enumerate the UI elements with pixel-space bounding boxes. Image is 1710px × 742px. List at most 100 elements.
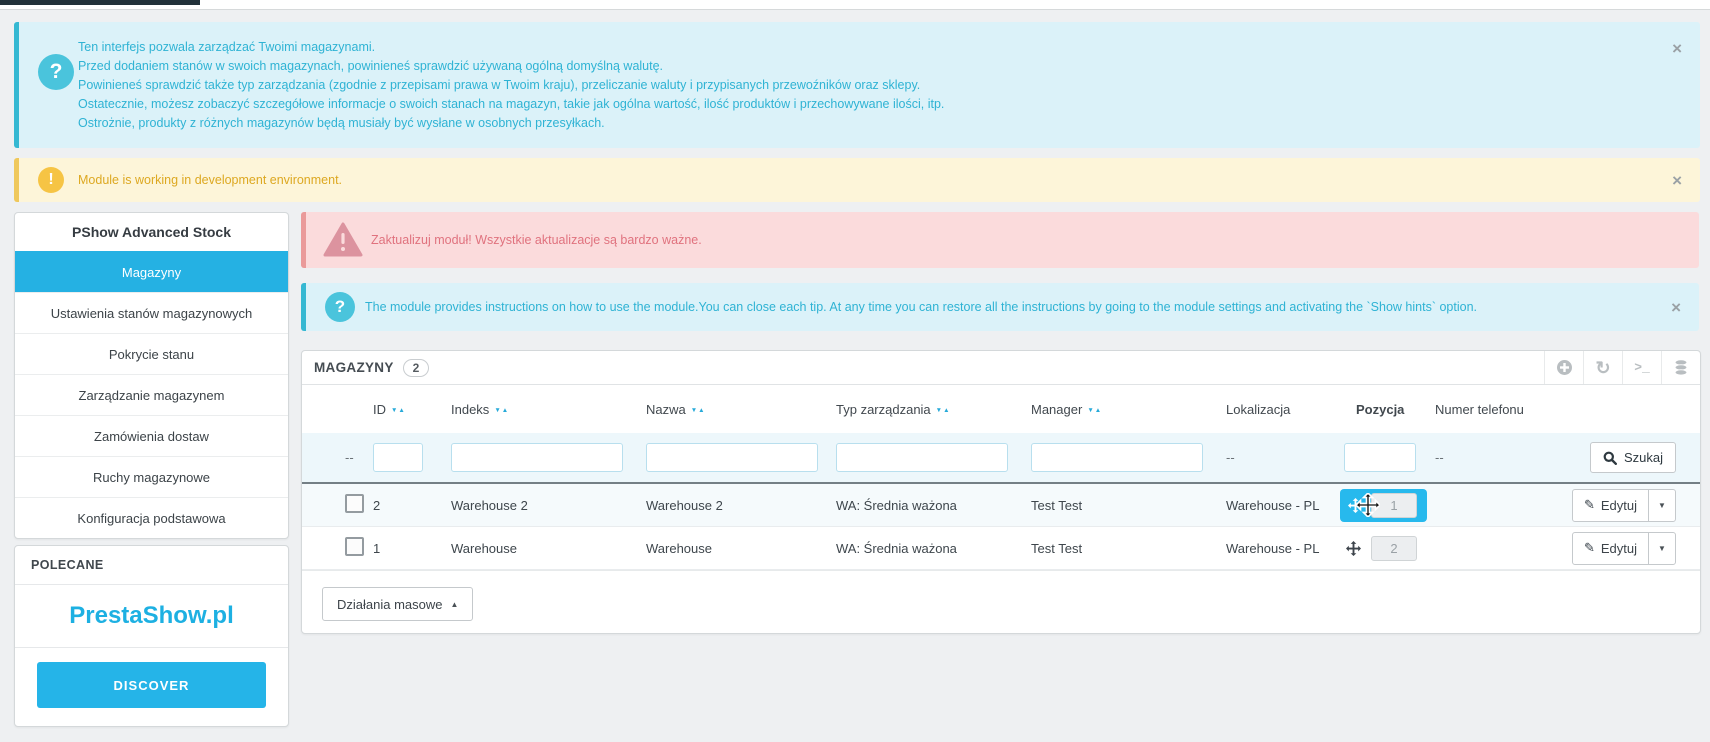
panel-header: MAGAZYNY 2 ↻ >_ [302,351,1700,385]
sidebar-item-magazyny[interactable]: Magazyny [15,251,288,292]
prestashow-link[interactable]: PrestaShow.pl [69,602,233,630]
alert-accent [14,22,19,148]
exclamation-icon: ! [38,167,64,193]
dev-warning-text: Module is working in development environ… [78,173,342,187]
panel-footer: Działania masowe ▲ [302,570,1700,621]
close-icon[interactable]: × [1671,299,1681,316]
count-badge: 2 [403,359,430,377]
cell-nazwa: Warehouse [622,541,812,556]
filter-id-input[interactable] [373,443,423,472]
hint-line: Powinieneś sprawdzić także typ zarządzan… [78,76,944,95]
question-icon: ? [325,292,355,322]
alert-accent [301,283,306,331]
sort-carets-icon[interactable]: ▼▲ [494,407,509,414]
top-browser-strip [0,0,1710,10]
dev-warning-alert: ! Module is working in development envir… [14,158,1700,202]
pencil-icon: ✎ [1584,497,1595,513]
filter-nazwa-input[interactable] [646,443,818,472]
sidebar-item-zarzadzanie-magazynem[interactable]: Zarządzanie magazynem [15,374,288,415]
update-alert: Zaktualizuj moduł! Wszystkie aktualizacj… [301,212,1699,268]
cell-typ: WA: Średnia ważona [812,498,1007,513]
pencil-icon: ✎ [1584,540,1595,556]
row-checkbox[interactable] [345,494,364,513]
hint-text-block: Ten interfejs pozwala zarządzać Twoimi m… [78,38,944,133]
recommended-header: POLECANE [15,546,288,585]
module-hint-alert: ? The module provides instructions on ho… [301,283,1699,331]
warning-triangle-icon [323,222,363,261]
table-row: 2 Warehouse 2 Warehouse 2 WA: Średnia wa… [302,484,1700,527]
filter-manager-input[interactable] [1031,443,1203,472]
sql-console-icon[interactable]: >_ [1622,351,1661,384]
sidebar-item-zamowienia-dostaw[interactable]: Zamówienia dostaw [15,415,288,456]
cell-id: 2 [373,498,427,513]
move-icon[interactable] [1346,541,1361,556]
sort-carets-icon[interactable]: ▼▲ [391,407,406,414]
close-icon[interactable]: × [1672,172,1682,189]
column-header-lokalizacja: Lokalizacja [1202,402,1332,417]
edit-dropdown-caret[interactable]: ▼ [1648,490,1675,521]
close-icon[interactable]: × [1672,40,1682,57]
sidebar-title: PShow Advanced Stock [15,213,288,251]
alert-accent [14,158,19,202]
filter-empty-mark: -- [1427,450,1542,465]
edit-button-label: Edytuj [1601,541,1637,556]
cell-indeks: Warehouse [427,541,622,556]
table-row: 1 Warehouse Warehouse WA: Średnia ważona… [302,527,1700,570]
filter-pozycja-input[interactable] [1344,443,1416,472]
caret-up-icon: ▲ [451,600,459,609]
alert-accent [301,212,306,268]
cell-typ: WA: Średnia ważona [812,541,1007,556]
row-checkbox[interactable] [345,537,364,556]
search-icon [1603,451,1617,465]
update-alert-text: Zaktualizuj moduł! Wszystkie aktualizacj… [371,233,702,247]
column-header-indeks[interactable]: Indeks▼▲ [427,402,622,417]
position-cell [1340,489,1427,522]
bulk-actions-button[interactable]: Działania masowe ▲ [322,587,473,621]
cell-nazwa: Warehouse 2 [622,498,812,513]
edit-button-label: Edytuj [1601,498,1637,513]
column-header-nazwa[interactable]: Nazwa▼▲ [622,402,812,417]
edit-button[interactable]: ✎ Edytuj [1573,490,1648,521]
search-button-label: Szukaj [1624,450,1663,465]
position-input[interactable] [1371,536,1417,561]
filter-typ-input[interactable] [836,443,1008,472]
recommended-panel: POLECANE PrestaShow.pl DISCOVER [14,545,289,727]
filter-empty-mark: -- [1202,450,1332,465]
edit-button-group: ✎ Edytuj ▼ [1572,489,1676,522]
filter-indeks-input[interactable] [451,443,623,472]
sort-carets-icon[interactable]: ▼▲ [936,407,951,414]
refresh-icon[interactable]: ↻ [1583,351,1622,384]
filter-empty-mark: -- [345,450,373,465]
edit-button[interactable]: ✎ Edytuj [1573,533,1648,564]
column-header-manager[interactable]: Manager▼▲ [1007,402,1202,417]
sidebar-item-ustawienia-stanow[interactable]: Ustawienia stanów magazynowych [15,292,288,333]
sort-carets-icon[interactable]: ▼▲ [691,407,706,414]
module-sidebar: PShow Advanced Stock Magazyny Ustawienia… [14,212,289,539]
add-icon[interactable] [1544,351,1583,384]
sidebar-item-konfiguracja[interactable]: Konfiguracja podstawowa [15,497,288,538]
position-input[interactable] [1371,493,1417,518]
sort-carets-icon[interactable]: ▼▲ [1087,407,1102,414]
question-icon: ? [38,54,74,90]
discover-button[interactable]: DISCOVER [37,662,266,708]
cell-indeks: Warehouse 2 [427,498,622,513]
cell-lokalizacja: Warehouse - PL [1202,541,1332,556]
table-filter-row: -- -- -- Szukaj [302,433,1700,484]
move-icon[interactable] [1348,498,1363,513]
sidebar-item-ruchy-magazynowe[interactable]: Ruchy magazynowe [15,456,288,497]
column-header-typ[interactable]: Typ zarządzania▼▲ [812,402,1007,417]
search-button[interactable]: Szukaj [1590,442,1676,473]
hint-line: Ostrożnie, produkty z różnych magazynów … [78,114,944,133]
edit-dropdown-caret[interactable]: ▼ [1648,533,1675,564]
sidebar-item-pokrycie-stanu[interactable]: Pokrycie stanu [15,333,288,374]
cell-manager: Test Test [1007,498,1202,513]
column-header-id[interactable]: ID▼▲ [373,402,427,417]
hint-line: Ten interfejs pozwala zarządzać Twoimi m… [78,38,944,57]
export-db-icon[interactable] [1661,351,1700,384]
module-hint-text: The module provides instructions on how … [365,300,1477,314]
cta-wrap: DISCOVER [15,648,288,726]
position-drag-active[interactable] [1340,489,1427,522]
hint-alert-top: ? Ten interfejs pozwala zarządzać Twoimi… [14,22,1700,148]
top-dark-edge [0,0,200,5]
cell-manager: Test Test [1007,541,1202,556]
